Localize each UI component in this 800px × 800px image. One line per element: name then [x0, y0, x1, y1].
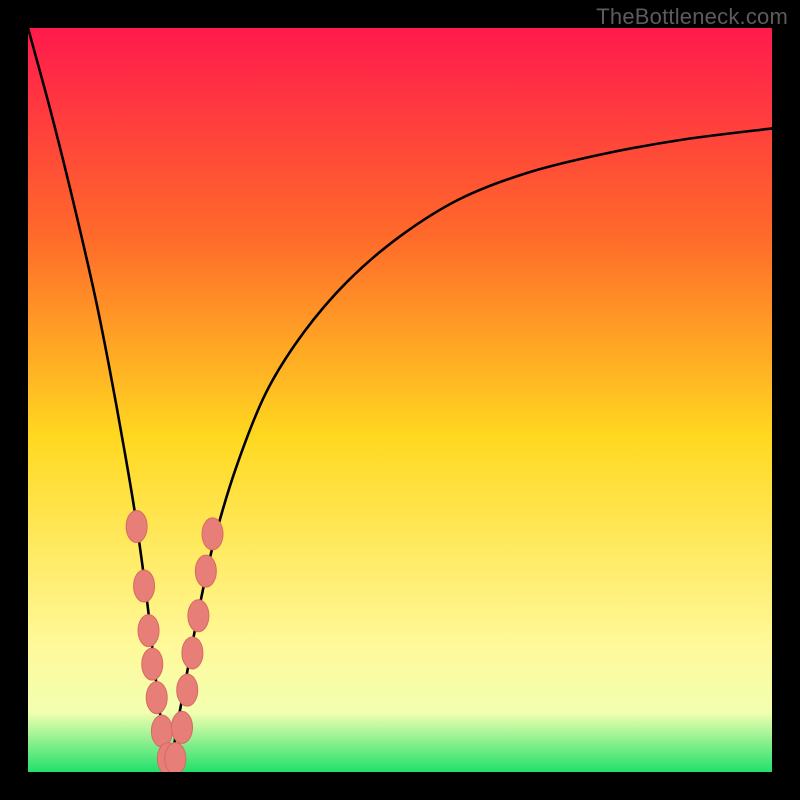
marker — [202, 518, 223, 550]
marker — [146, 682, 167, 714]
marker — [134, 570, 155, 602]
marker — [182, 637, 203, 669]
marker — [195, 555, 216, 587]
curve-layer — [28, 28, 772, 772]
chart-frame: TheBottleneck.com — [0, 0, 800, 800]
marker — [188, 600, 209, 632]
marker — [165, 743, 186, 772]
marker — [172, 711, 193, 743]
marker — [126, 510, 147, 542]
marker — [142, 648, 163, 680]
marker — [177, 674, 198, 706]
marker — [138, 615, 159, 647]
plot-area — [28, 28, 772, 772]
bottleneck-curve — [28, 28, 772, 772]
watermark-text: TheBottleneck.com — [596, 4, 788, 30]
